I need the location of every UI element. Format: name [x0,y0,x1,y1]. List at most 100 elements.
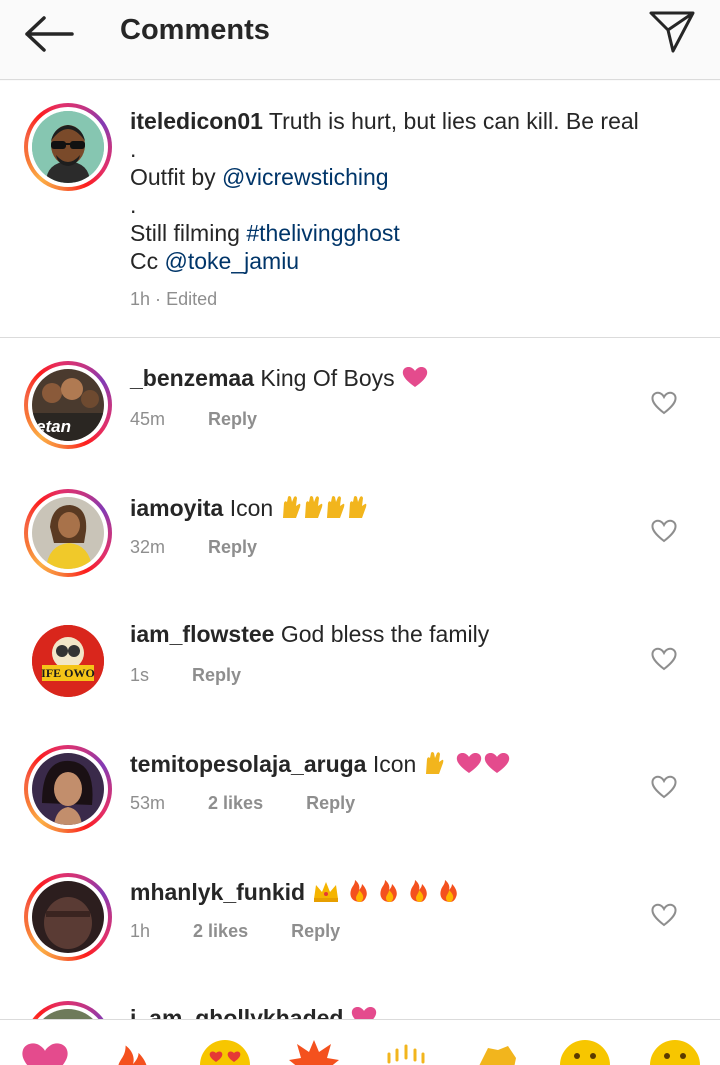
comment-time: 1h [130,921,151,941]
comment-body: King Of Boys [260,365,395,391]
page-title: Comments [120,14,270,46]
heart-outline-icon [651,519,677,543]
outfit-mention-link[interactable]: @vicrewstiching [222,164,389,190]
avatar-ring[interactable] [24,489,112,577]
likes-count[interactable]: 2 likes [193,921,248,941]
caption-time: 1h [130,289,151,309]
avatar [32,753,104,825]
photo-avatar-icon [32,881,104,953]
comment-time: 1s [130,665,150,685]
like-button[interactable] [648,387,680,419]
heart-eyes-emoji [200,1040,250,1065]
emoji-clapping-button[interactable] [467,1038,523,1065]
like-button[interactable] [648,771,680,803]
raising-hands-emoji [387,1044,425,1064]
reply-button[interactable]: Reply [192,665,241,685]
like-button[interactable] [648,515,680,547]
avatar-ring[interactable] [24,745,112,833]
avatar[interactable]: IFE OWO [32,625,104,697]
comment-row: i_am_ghollykhaded [0,979,720,1019]
outfit-prefix: Outfit by [130,164,216,190]
fire-emoji [118,1045,147,1065]
crown-emoji [313,882,338,902]
logo-avatar-icon [32,625,104,697]
filming-prefix: Still filming [130,220,240,246]
quick-emoji-bar [0,1019,720,1065]
emoji-heart-eyes-button[interactable] [197,1038,253,1065]
comment-text: i_am_ghollykhaded [130,1005,378,1019]
comment-body: Icon [229,495,274,521]
send-icon [649,11,695,53]
comment-username[interactable]: _benzemaa [130,365,254,391]
fire-emoji [350,880,457,902]
heart-outline-icon [651,775,677,799]
red-heart-emoji [351,1007,377,1019]
heart-outline-icon [651,391,677,415]
comment-meta: 1h 2 likes Reply [130,921,378,942]
smile-emoji [560,1040,610,1065]
top-bar: Comments [0,0,720,80]
comment-username[interactable]: mhanlyk_funkid [130,879,305,905]
share-button[interactable] [644,8,700,56]
caption-dot-2: . [130,192,137,218]
reply-button[interactable]: Reply [306,793,355,813]
comment-row: iamoyita Icon 32m Reply [0,467,720,595]
burst-emoji [289,1040,339,1065]
avatar [32,881,104,953]
avatar [32,111,104,183]
comment-row: mhanlyk_funkid 1h 2 likes Reply [0,851,720,979]
comments-list[interactable]: iteledicon01 Truth is hurt, but lies can… [0,81,720,1019]
heart-outline-icon [651,647,677,671]
avatar-label: IFE OWO [41,666,95,680]
emoji-burst-button[interactable] [286,1038,342,1065]
emoji-raising-hands-button[interactable] [378,1038,434,1065]
caption-username[interactable]: iteledicon01 [130,108,263,134]
comment-text: iamoyita Icon [130,493,370,522]
like-button[interactable] [648,899,680,931]
avatar [32,497,104,569]
comment-meta: 32m Reply [130,537,295,558]
comment-username[interactable]: i_am_ghollykhaded [130,1005,343,1019]
comment-time: 32m [130,537,166,557]
reply-button[interactable]: Reply [291,921,340,941]
comment-time: 53m [130,793,166,813]
caption-dot-1: . [130,136,137,162]
comment-text: iam_flowstee God bless the family [130,621,489,648]
caption-meta: 1h · Edited [130,289,217,310]
emoji-grin-button[interactable] [647,1038,703,1065]
back-arrow-icon [25,16,74,52]
comment-username[interactable]: iam_flowstee [130,621,274,647]
clapping-emoji [479,1046,516,1065]
avatar-ring[interactable]: etan [24,361,112,449]
comment-username[interactable]: temitopesolaja_aruga [130,751,366,777]
avatar-ring[interactable] [24,1001,112,1019]
caption-text: iteledicon01 Truth is hurt, but lies can… [130,107,690,275]
back-button[interactable] [20,12,76,56]
cartoon-face-avatar-icon [32,111,104,183]
reply-button[interactable]: Reply [208,409,257,429]
avatar-ring[interactable] [24,873,112,961]
comment-text: temitopesolaja_aruga Icon [130,749,511,778]
comment-meta: 1s Reply [130,665,279,686]
hashtag-link[interactable]: #thelivingghost [246,220,399,246]
heart-outline-icon [651,903,677,927]
comment-text: _benzemaa King Of Boys [130,365,429,392]
comment-row: temitopesolaja_aruga Icon 53m 2 likes Re… [0,723,720,851]
comment-row: IFE OWO iam_flowstee God bless the famil… [0,595,720,723]
grin-emoji [650,1040,700,1065]
red-heart-emoji [402,367,428,387]
avatar-ring[interactable] [24,103,112,191]
avatar-label: etan [36,417,71,436]
comment-username[interactable]: iamoyita [130,495,223,521]
photo-avatar-icon [32,753,104,825]
comment-meta: 53m 2 likes Reply [130,793,393,814]
emoji-smile-button[interactable] [557,1038,613,1065]
emoji-heart-button[interactable] [17,1038,73,1065]
cc-mention-link[interactable]: @toke_jamiu [165,248,300,274]
comment-body: Icon [372,751,417,777]
likes-count[interactable]: 2 likes [208,793,263,813]
raising-hands-emoji [425,752,444,774]
reply-button[interactable]: Reply [208,537,257,557]
emoji-fire-button[interactable] [105,1038,161,1065]
like-button[interactable] [648,643,680,675]
